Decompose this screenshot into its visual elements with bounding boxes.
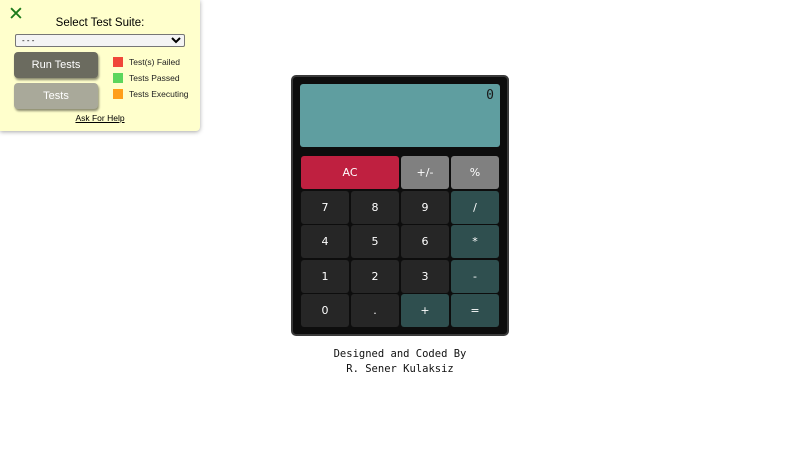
key-sign[interactable]: +/- [401, 156, 449, 189]
credits-author: R. Sener Kulaksiz [346, 363, 454, 375]
run-tests-button[interactable]: Run Tests [14, 52, 98, 78]
key-ac[interactable]: AC [301, 156, 399, 189]
calculator: 0 AC +/- % 7 8 9 / 4 5 6 * 1 2 3 - 0 . +… [291, 75, 509, 336]
legend-passed-label: Tests Passed [129, 73, 180, 83]
key-8[interactable]: 8 [351, 191, 399, 224]
legend-failed-label: Test(s) Failed [129, 57, 181, 67]
calculator-display: 0 [300, 84, 500, 147]
test-suite-panel: ✕ Select Test Suite: - - - Run Tests Tes… [0, 0, 200, 131]
key-7[interactable]: 7 [301, 191, 349, 224]
key-9[interactable]: 9 [401, 191, 449, 224]
key-percent[interactable]: % [451, 156, 499, 189]
legend-passed: Tests Passed [113, 73, 180, 83]
key-5[interactable]: 5 [351, 225, 399, 258]
failed-swatch [113, 57, 123, 67]
test-suite-select[interactable]: - - - [15, 34, 185, 47]
key-equals[interactable]: = [451, 294, 499, 327]
legend-executing: Tests Executing [113, 89, 189, 99]
executing-swatch [113, 89, 123, 99]
credits-line-1: Designed and Coded By [333, 348, 467, 360]
tests-button[interactable]: Tests [14, 83, 98, 109]
key-1[interactable]: 1 [301, 260, 349, 293]
key-decimal[interactable]: . [351, 294, 399, 327]
display-value: 0 [486, 88, 494, 103]
credits: Designed and Coded By R. Sener Kulaksiz [0, 347, 800, 377]
key-4[interactable]: 4 [301, 225, 349, 258]
legend-executing-label: Tests Executing [129, 89, 189, 99]
key-multiply[interactable]: * [451, 225, 499, 258]
passed-swatch [113, 73, 123, 83]
key-subtract[interactable]: - [451, 260, 499, 293]
key-0[interactable]: 0 [301, 294, 349, 327]
key-3[interactable]: 3 [401, 260, 449, 293]
test-suite-title: Select Test Suite: [55, 17, 145, 29]
key-2[interactable]: 2 [351, 260, 399, 293]
key-add[interactable]: + [401, 294, 449, 327]
key-6[interactable]: 6 [401, 225, 449, 258]
key-divide[interactable]: / [451, 191, 499, 224]
legend-failed: Test(s) Failed [113, 57, 180, 67]
ask-for-help-link[interactable]: Ask For Help [0, 113, 200, 123]
